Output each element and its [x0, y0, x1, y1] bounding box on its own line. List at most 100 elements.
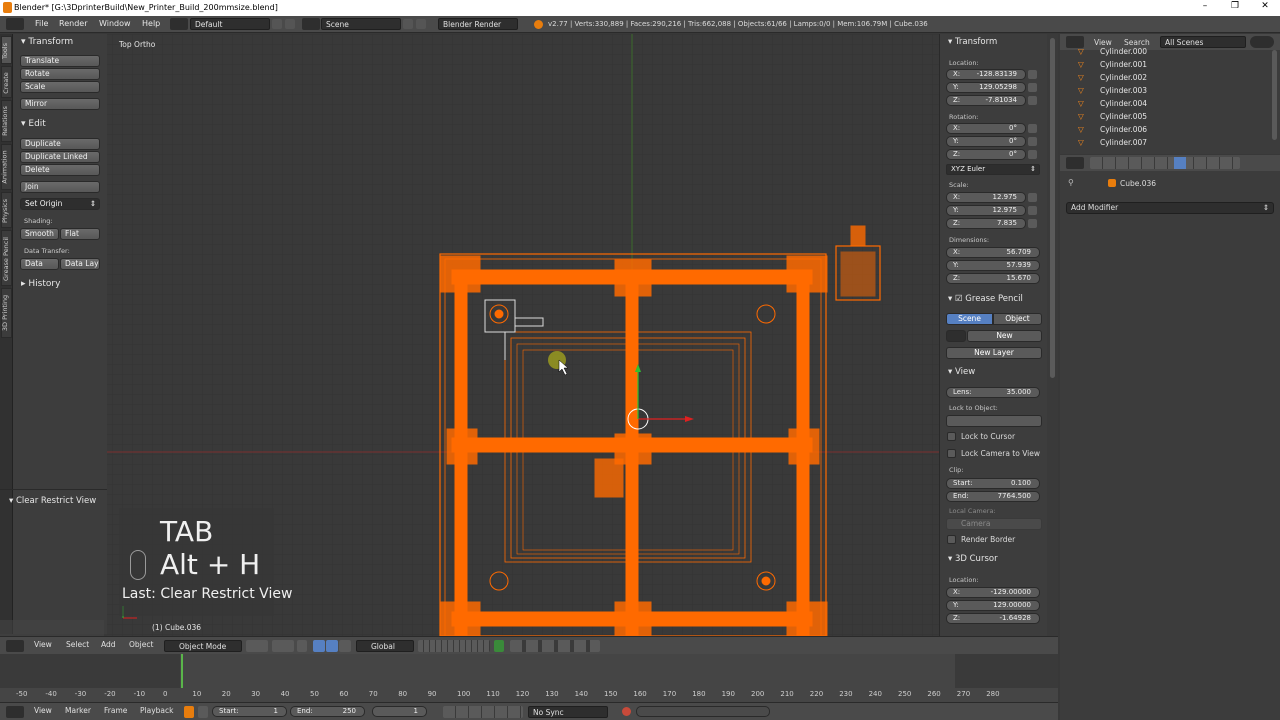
- duplicate-button[interactable]: Duplicate: [20, 138, 100, 150]
- range-toggle-icon[interactable]: [198, 706, 208, 718]
- location-y-field[interactable]: Y: 129.05298: [946, 82, 1026, 93]
- render-border-checkbox[interactable]: [947, 535, 956, 544]
- rotation-z-field[interactable]: Z: 0°: [946, 149, 1026, 160]
- outliner-search-menu[interactable]: Search: [1124, 38, 1150, 47]
- dimension-z-field[interactable]: Z: 15.670: [946, 273, 1040, 284]
- duplicate-linked-button[interactable]: Duplicate Linked: [20, 151, 100, 163]
- lock-camera-checkbox[interactable]: [947, 449, 956, 458]
- cursor-y-field[interactable]: Y: 129.00000: [946, 600, 1040, 611]
- history-panel-header[interactable]: ▸ History: [21, 279, 60, 289]
- outliner-row[interactable]: ▽ Cylinder.004: [1060, 99, 1270, 112]
- mode-select[interactable]: Object Mode: [164, 640, 242, 652]
- tab-create[interactable]: Create: [1, 66, 12, 98]
- cursor-z-field[interactable]: Z: -1.64928: [946, 613, 1040, 624]
- menu-file[interactable]: File: [35, 19, 48, 28]
- current-frame-field[interactable]: 1: [372, 706, 427, 717]
- delete-button[interactable]: Delete: [20, 164, 100, 176]
- data-transfer-button[interactable]: Data: [20, 258, 59, 270]
- tab-tools[interactable]: Tools: [1, 36, 12, 64]
- outliner-view-menu[interactable]: View: [1094, 38, 1112, 47]
- playback-menu[interactable]: Playback: [140, 705, 173, 717]
- lock-rotation-y-icon[interactable]: [1028, 137, 1037, 146]
- n-transform-header[interactable]: ▾ Transform: [948, 37, 997, 47]
- outliner-row[interactable]: ▽ Cylinder.003: [1060, 86, 1270, 99]
- end-frame-field[interactable]: End: 250: [290, 706, 365, 717]
- render-engine-select[interactable]: Blender Render: [438, 18, 518, 30]
- lock-location-z-icon[interactable]: [1028, 96, 1037, 105]
- record-icon[interactable]: [622, 707, 631, 716]
- modifier-tab-wrench-icon[interactable]: [1174, 157, 1186, 169]
- lock-object-field[interactable]: [946, 415, 1042, 427]
- clip-end-field[interactable]: End: 7764.500: [946, 491, 1040, 502]
- tab-grease-pencil[interactable]: Grease Pencil: [1, 230, 12, 286]
- scale-button[interactable]: Scale: [20, 81, 100, 93]
- add-layout-icon[interactable]: [272, 19, 282, 29]
- translate-button[interactable]: Translate: [20, 55, 100, 67]
- flat-button[interactable]: Flat: [60, 228, 100, 240]
- rotate-manipulator-icon[interactable]: [326, 640, 338, 652]
- rotation-mode-select[interactable]: XYZ Euler ⇕: [946, 164, 1040, 175]
- scene-select[interactable]: Scene: [321, 18, 401, 30]
- rotate-button[interactable]: Rotate: [20, 68, 100, 80]
- clip-start-field[interactable]: Start: 0.100: [946, 478, 1040, 489]
- tab-physics[interactable]: Physics: [1, 192, 12, 228]
- manipulator-toggle[interactable]: [297, 640, 307, 652]
- frame-menu[interactable]: Frame: [104, 705, 127, 717]
- menu-window[interactable]: Window: [99, 19, 131, 28]
- lock-scale-z-icon[interactable]: [1028, 219, 1037, 228]
- maximize-button[interactable]: ❐: [1220, 1, 1250, 15]
- mirror-button[interactable]: Mirror: [20, 98, 100, 110]
- marker-menu[interactable]: Marker: [65, 705, 91, 717]
- snap-and-render-buttons[interactable]: [510, 640, 600, 652]
- properties-context-tabs[interactable]: [1090, 157, 1240, 169]
- lock-scale-x-icon[interactable]: [1028, 193, 1037, 202]
- scale-manipulator-icon[interactable]: [339, 640, 351, 652]
- gp-pencil-icon[interactable]: [946, 330, 966, 342]
- editor-type-icon[interactable]: [6, 18, 24, 30]
- lock-scale-y-icon[interactable]: [1028, 206, 1037, 215]
- transform-panel-header[interactable]: ▾ Transform: [21, 37, 73, 47]
- select-menu[interactable]: Select: [66, 639, 89, 651]
- layer-buttons[interactable]: [418, 640, 490, 652]
- dimension-y-field[interactable]: Y: 57.939: [946, 260, 1040, 271]
- 3d-cursor-header[interactable]: ▾ 3D Cursor: [948, 554, 998, 564]
- keying-set-field[interactable]: [636, 706, 770, 717]
- menu-help[interactable]: Help: [142, 19, 160, 28]
- outliner-row[interactable]: ▽ Cylinder.007: [1060, 138, 1270, 151]
- cursor-x-field[interactable]: X: -129.00000: [946, 587, 1040, 598]
- outliner-row[interactable]: ▽ Cylinder.001: [1060, 60, 1270, 73]
- lock-location-x-icon[interactable]: [1028, 70, 1037, 79]
- start-frame-field[interactable]: Start: 1: [212, 706, 287, 717]
- pivot-select[interactable]: [272, 640, 294, 652]
- view-panel-header[interactable]: ▾ View: [948, 367, 975, 377]
- rotation-x-field[interactable]: X: 0°: [946, 123, 1026, 134]
- rotation-y-field[interactable]: Y: 0°: [946, 136, 1026, 147]
- add-scene-icon[interactable]: [403, 19, 413, 29]
- last-operator-header[interactable]: ▾ Clear Restrict View: [9, 496, 96, 506]
- outliner-row[interactable]: ▽ Cylinder.006: [1060, 125, 1270, 138]
- preview-range-icon[interactable]: [184, 706, 194, 718]
- tab-relations[interactable]: Relations: [1, 100, 12, 142]
- layout-select[interactable]: Default: [190, 18, 270, 30]
- close-button[interactable]: ✕: [1250, 1, 1280, 15]
- scale-z-field[interactable]: Z: 7.835: [946, 218, 1026, 229]
- lock-camera-layers-icon[interactable]: [494, 640, 504, 652]
- scale-y-field[interactable]: Y: 12.975: [946, 205, 1026, 216]
- remove-layout-icon[interactable]: [285, 19, 295, 29]
- view3d-editor-icon[interactable]: [6, 640, 24, 652]
- data-layout-button[interactable]: Data Lay: [60, 258, 100, 270]
- location-x-field[interactable]: X: -128.83139: [946, 69, 1026, 80]
- timeline[interactable]: -50 -40 -30 -20 -10 0 10 20 30 40 50 60 70 80 90 100 110…: [0, 654, 1058, 702]
- view-menu[interactable]: View: [34, 639, 52, 651]
- add-modifier-dropdown[interactable]: Add Modifier ⇕: [1066, 202, 1274, 214]
- playback-controls[interactable]: [443, 706, 523, 718]
- timeline-editor-icon[interactable]: [6, 706, 24, 718]
- gp-scene-button[interactable]: Scene: [946, 313, 993, 325]
- add-menu[interactable]: Add: [101, 639, 116, 651]
- lock-location-y-icon[interactable]: [1028, 83, 1037, 92]
- object-menu[interactable]: Object: [129, 639, 153, 651]
- set-origin-dropdown[interactable]: Set Origin ⇕: [20, 198, 100, 210]
- outliner-scrollbar[interactable]: [1272, 50, 1277, 140]
- outliner-row[interactable]: ▽ Cylinder.000: [1060, 47, 1270, 60]
- join-button[interactable]: Join: [20, 181, 100, 193]
